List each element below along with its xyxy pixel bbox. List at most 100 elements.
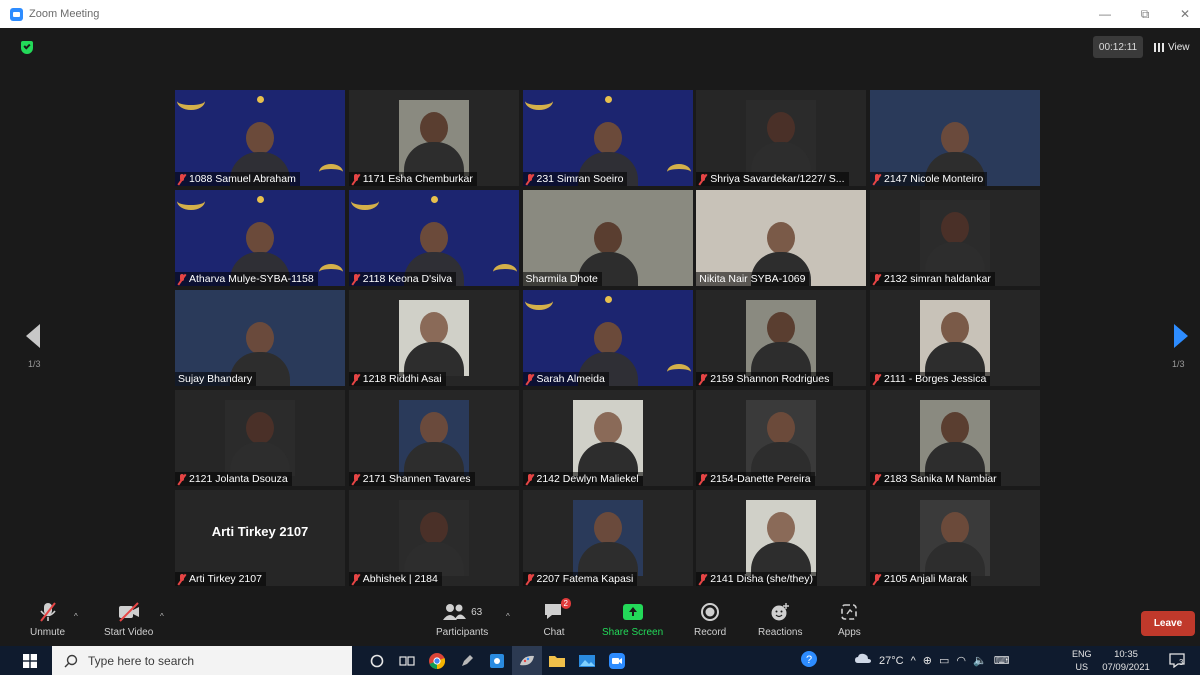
audio-options-chevron-icon[interactable]: ^ bbox=[74, 612, 78, 621]
volume-icon[interactable]: 🔈 bbox=[973, 654, 987, 667]
paint-app-icon[interactable] bbox=[512, 646, 542, 675]
start-video-label: Start Video bbox=[104, 627, 154, 638]
weather-temperature: 27°C bbox=[879, 654, 904, 667]
participant-tile[interactable]: 2118 Keona D'silva bbox=[348, 190, 519, 286]
reactions-button[interactable]: Reactions bbox=[758, 600, 802, 638]
chrome-icon[interactable] bbox=[422, 646, 452, 675]
windows-start-button[interactable] bbox=[18, 653, 42, 668]
help-icon[interactable]: ? bbox=[800, 650, 818, 671]
security-shield-icon[interactable] bbox=[21, 41, 33, 54]
taskbar-search-input[interactable]: Type here to search bbox=[52, 646, 352, 675]
task-view-icon[interactable] bbox=[392, 646, 422, 675]
participant-tile[interactable]: Arti Tirkey 2107 Arti Tirkey 2107 bbox=[175, 490, 345, 586]
participant-tile[interactable]: Sharmila Dhote bbox=[522, 190, 693, 286]
maximize-button[interactable]: ⧉ bbox=[1138, 7, 1152, 22]
participant-tile[interactable]: Shriya Savardekar/1227/ S... bbox=[696, 90, 867, 186]
participant-name: 2159 Shannon Rodrigues bbox=[710, 373, 830, 385]
zoom-taskbar-icon[interactable] bbox=[602, 646, 632, 675]
keyboard-icon[interactable]: ⌨ bbox=[994, 654, 1010, 667]
participant-name: 2154-Danette Pereira bbox=[710, 473, 811, 485]
participant-tile[interactable]: Atharva Mulye-SYBA-1158 bbox=[175, 190, 345, 286]
video-options-chevron-icon[interactable]: ^ bbox=[160, 612, 164, 621]
pen-app-icon[interactable] bbox=[452, 646, 482, 675]
battery-icon[interactable]: ▭ bbox=[939, 654, 949, 667]
search-placeholder: Type here to search bbox=[88, 653, 195, 668]
participant-tile[interactable]: 1088 Samuel Abraham bbox=[175, 90, 345, 186]
chat-label: Chat bbox=[543, 627, 565, 638]
muted-microphone-icon bbox=[38, 600, 58, 624]
apps-button[interactable]: Apps bbox=[838, 600, 861, 638]
participant-video bbox=[920, 200, 990, 276]
participant-name-label: Nikita Nair SYBA-1069 bbox=[696, 272, 810, 286]
participant-video bbox=[746, 500, 817, 576]
cortana-icon[interactable] bbox=[362, 646, 392, 675]
file-explorer-icon[interactable] bbox=[542, 646, 572, 675]
chat-button[interactable]: 2 Chat bbox=[543, 598, 571, 638]
participant-tile[interactable]: 2111 - Borges Jessica bbox=[870, 290, 1040, 386]
participants-options-chevron-icon[interactable]: ^ bbox=[506, 612, 510, 621]
participant-tile[interactable]: 2142 Dewlyn Maliekel bbox=[522, 390, 693, 486]
blue-app-icon[interactable] bbox=[482, 646, 512, 675]
tray-chevron-icon[interactable]: ^ bbox=[911, 655, 916, 667]
participant-tile[interactable]: 1218 Riddhi Asai bbox=[348, 290, 519, 386]
participant-tile[interactable]: Sujay Bhandary bbox=[175, 290, 345, 386]
muted-mic-icon bbox=[699, 373, 707, 385]
participant-name: Sharmila Dhote bbox=[525, 273, 598, 285]
start-video-button[interactable]: Start Video bbox=[104, 600, 153, 638]
participant-name-label: 1171 Esha Chemburkar bbox=[348, 172, 477, 186]
participant-name: Arti Tirkey 2107 bbox=[189, 573, 262, 585]
share-screen-button[interactable]: Share Screen bbox=[602, 600, 663, 638]
wifi-icon[interactable]: ◠ bbox=[956, 654, 966, 667]
region-code: US bbox=[1075, 662, 1089, 672]
notifications-icon[interactable]: 3 bbox=[1168, 652, 1186, 673]
previous-page-arrow-icon[interactable] bbox=[26, 324, 40, 348]
muted-mic-icon bbox=[699, 573, 707, 585]
unmute-button[interactable]: Unmute bbox=[30, 600, 65, 638]
network-icon[interactable]: ⊕ bbox=[923, 654, 932, 667]
participant-video bbox=[920, 400, 990, 476]
close-button[interactable]: ✕ bbox=[1178, 7, 1192, 21]
taskbar-clock[interactable]: 10:35 07/09/2021 bbox=[1096, 648, 1156, 674]
muted-mic-icon bbox=[352, 173, 360, 185]
participant-tile[interactable]: 231 Simran Soeiro bbox=[522, 90, 693, 186]
next-page-arrow-icon[interactable] bbox=[1174, 324, 1188, 348]
participant-tile[interactable]: 1171 Esha Chemburkar bbox=[348, 90, 519, 186]
windows-taskbar: Type here to search ? 27°C ^ ⊕ ▭ ◠ 🔈 ⌨ E… bbox=[0, 646, 1200, 675]
participant-video bbox=[746, 400, 817, 476]
reactions-label: Reactions bbox=[758, 627, 803, 638]
participant-tile[interactable]: Nikita Nair SYBA-1069 bbox=[696, 190, 867, 286]
participant-tile[interactable]: 2154-Danette Pereira bbox=[696, 390, 867, 486]
minimize-button[interactable]: — bbox=[1098, 7, 1112, 21]
participant-tile[interactable]: 2159 Shannon Rodrigues bbox=[696, 290, 867, 386]
participants-icon: 63 bbox=[442, 600, 482, 624]
leave-button[interactable]: Leave bbox=[1141, 611, 1195, 636]
participant-tile[interactable]: 2121 Jolanta Dsouza bbox=[175, 390, 345, 486]
participant-tile[interactable]: 2207 Fatema Kapasi bbox=[522, 490, 693, 586]
participant-tile[interactable]: 2105 Anjali Marak bbox=[870, 490, 1040, 586]
participant-tile[interactable]: Abhishek | 2184 bbox=[348, 490, 519, 586]
photos-icon[interactable] bbox=[572, 646, 602, 675]
participant-name-label: 2171 Shannen Tavares bbox=[348, 472, 475, 486]
participant-name: 2171 Shannen Tavares bbox=[362, 473, 471, 485]
input-language[interactable]: ENG US bbox=[1072, 648, 1092, 674]
participant-tile[interactable]: 2171 Shannen Tavares bbox=[348, 390, 519, 486]
participants-button[interactable]: 63 Participants bbox=[436, 600, 488, 638]
participant-name-label: Abhishek | 2184 bbox=[348, 572, 442, 586]
participant-tile[interactable]: 2183 Sanika M Nambiar bbox=[870, 390, 1040, 486]
muted-mic-icon bbox=[352, 373, 360, 385]
meeting-timer: 00:12:11 bbox=[1093, 36, 1143, 58]
participant-tile[interactable]: 2147 Nicole Monteiro bbox=[870, 90, 1040, 186]
grid-view-icon bbox=[1154, 42, 1164, 52]
participant-name-label: 2207 Fatema Kapasi bbox=[522, 572, 638, 586]
participant-name: Sujay Bhandary bbox=[178, 373, 253, 385]
participant-tile[interactable]: Sarah Almeida bbox=[522, 290, 693, 386]
participant-tile[interactable]: 2132 simran haldankar bbox=[870, 190, 1040, 286]
participant-tile[interactable]: 2141 Disha (she/they) bbox=[696, 490, 867, 586]
record-button[interactable]: Record bbox=[694, 600, 726, 638]
window-title: Zoom Meeting bbox=[29, 8, 100, 20]
view-button[interactable]: View bbox=[1154, 36, 1190, 58]
chat-bubble-icon: 2 bbox=[543, 598, 571, 624]
participant-name-label: Shriya Savardekar/1227/ S... bbox=[696, 172, 849, 186]
record-icon bbox=[700, 600, 720, 624]
muted-mic-icon bbox=[352, 273, 360, 285]
